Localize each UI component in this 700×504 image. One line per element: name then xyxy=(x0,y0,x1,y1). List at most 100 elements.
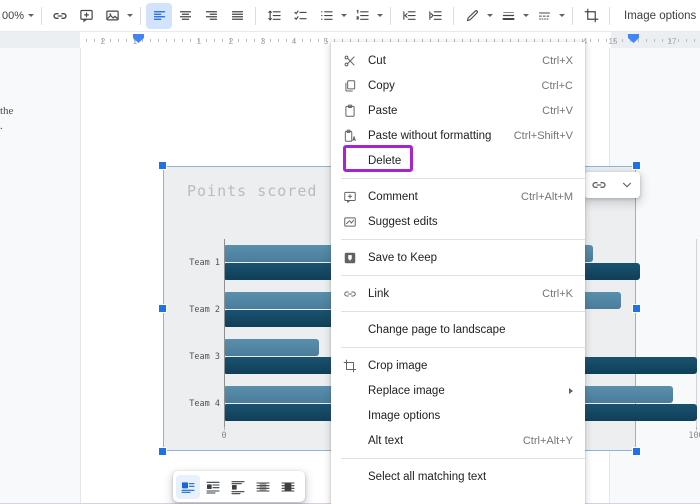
body-text-line-2: . xyxy=(0,120,3,132)
image-chevron-down-icon[interactable] xyxy=(127,14,134,17)
link-icon xyxy=(341,285,359,303)
link-icon[interactable] xyxy=(591,177,607,193)
numbered-list-chevron-down-icon[interactable] xyxy=(377,14,384,17)
toolbar-divider xyxy=(140,6,142,25)
menu-item-crop-image[interactable]: Crop image xyxy=(331,353,585,378)
menu-item-label: Image options xyxy=(368,409,441,422)
menu-item-label: Alt text xyxy=(368,434,404,447)
menu-item-label: Change page to landscape xyxy=(368,323,506,336)
menu-separator xyxy=(341,239,585,240)
menu-item-copy[interactable]: Copy Ctrl+C xyxy=(331,73,585,98)
border-dash-chevron-down-icon[interactable] xyxy=(559,14,566,17)
numbered-list-icon[interactable] xyxy=(349,3,375,29)
toolbar-divider xyxy=(572,6,574,25)
menu-item-link[interactable]: Link Ctrl+K xyxy=(331,281,585,306)
zoom-level-value[interactable]: 00% xyxy=(0,3,26,29)
ruler-tick xyxy=(662,39,663,42)
chart-x-tick-label: 0 xyxy=(221,431,227,441)
toolbar-divider xyxy=(453,6,455,25)
border-weight-chevron-down-icon[interactable] xyxy=(523,14,530,17)
add-comment-icon[interactable] xyxy=(73,3,99,29)
menu-item-change-page-to-landscape[interactable]: Change page to landscape xyxy=(331,317,585,342)
ruler-tick xyxy=(638,39,639,42)
decrease-indent-icon[interactable] xyxy=(396,3,422,29)
document-body-text[interactable]: the . xyxy=(0,104,46,134)
ruler-tick xyxy=(278,39,279,42)
border-dash-icon[interactable] xyxy=(531,3,557,29)
checklist-icon[interactable] xyxy=(287,3,313,29)
zoom-chevron-down-icon[interactable] xyxy=(28,14,35,17)
menu-item-image-options[interactable]: Image options xyxy=(331,403,585,428)
align-center-icon[interactable] xyxy=(172,3,198,29)
wrap-break-text-button[interactable] xyxy=(226,475,250,499)
menu-item-label: Paste without formatting xyxy=(368,129,492,142)
menu-item-comment[interactable]: Comment Ctrl+Alt+M xyxy=(331,184,585,209)
align-left-icon[interactable] xyxy=(146,2,173,29)
menu-item-cut[interactable]: Cut Ctrl+X xyxy=(331,48,585,73)
app-root: 00% Image options 2 1 1 2 3 4 5 4 15 17 … xyxy=(0,0,700,504)
border-color-pen-icon[interactable] xyxy=(459,3,485,29)
ruler-number: 1 xyxy=(196,37,202,46)
ruler-tick xyxy=(686,39,687,42)
menu-item-label: Crop image xyxy=(368,359,428,372)
chevron-down-icon[interactable] xyxy=(620,178,634,192)
align-justify-icon[interactable] xyxy=(224,3,250,29)
wrap-behind-text-button[interactable] xyxy=(251,475,275,499)
ruler-tick xyxy=(254,39,255,42)
ruler-number: 2 xyxy=(228,37,234,46)
resize-handle-top-right[interactable] xyxy=(632,161,641,170)
wrap-in-front-button[interactable] xyxy=(276,475,300,499)
menu-item-select-all-matching-text[interactable]: Select all matching text xyxy=(331,464,585,489)
menu-item-save-to-keep[interactable]: Save to Keep xyxy=(331,245,585,270)
increase-indent-icon[interactable] xyxy=(422,3,448,29)
ruler-tick xyxy=(158,39,159,42)
align-right-icon[interactable] xyxy=(198,3,224,29)
ruler-tick xyxy=(94,39,95,42)
menu-item-suggest-edits[interactable]: Suggest edits xyxy=(331,209,585,234)
menu-separator xyxy=(341,347,585,348)
wrap-text-button[interactable] xyxy=(201,475,225,499)
resize-handle-bottom-left[interactable] xyxy=(158,447,167,456)
wrap-inline-button[interactable] xyxy=(176,474,200,499)
menu-item-label: Select all matching text xyxy=(368,470,487,483)
menu-separator xyxy=(341,178,585,179)
line-spacing-icon[interactable] xyxy=(261,3,287,29)
ruler-tick xyxy=(598,39,599,42)
menu-item-shortcut: Ctrl+Shift+V xyxy=(513,129,573,142)
crop-image-icon[interactable] xyxy=(578,3,604,29)
menu-item-paste-without-formatting[interactable]: Paste without formatting Ctrl+Shift+V xyxy=(331,123,585,148)
resize-handle-bottom-right[interactable] xyxy=(632,447,641,456)
ruler-tick xyxy=(238,39,239,42)
menu-item-label: Cut xyxy=(368,54,386,67)
bulleted-list-chevron-down-icon[interactable] xyxy=(341,14,348,17)
bulleted-list-icon[interactable] xyxy=(313,3,339,29)
menu-item-alt-text[interactable]: Alt text Ctrl+Alt+Y xyxy=(331,428,585,453)
ruler-tick xyxy=(246,39,247,42)
image-wrap-toolbar[interactable] xyxy=(173,471,305,502)
resize-handle-middle-left[interactable] xyxy=(158,303,167,313)
suggest-edits-icon xyxy=(341,213,359,231)
submenu-arrow-icon xyxy=(569,387,573,394)
chart-category-label: Team 4 xyxy=(189,398,220,409)
chart-x-tick-label: 100 xyxy=(688,431,700,441)
resize-handle-top-left[interactable] xyxy=(158,161,167,170)
border-color-chevron-down-icon[interactable] xyxy=(487,14,494,17)
ruler-tick xyxy=(174,39,175,42)
insert-link-icon[interactable] xyxy=(47,3,73,29)
menu-item-delete[interactable]: Delete xyxy=(331,148,585,173)
menu-item-paste[interactable]: Paste Ctrl+V xyxy=(331,98,585,123)
ruler-tick xyxy=(270,39,271,42)
insert-image-icon[interactable] xyxy=(99,3,125,29)
context-menu[interactable]: Cut Ctrl+X Copy Ctrl+C Paste Ctrl+V Paste with… xyxy=(331,42,585,504)
image-options-button[interactable]: Image options xyxy=(615,3,700,29)
ruler-tick xyxy=(286,39,287,42)
document-toolbar: 00% Image options xyxy=(0,0,700,32)
menu-separator xyxy=(341,311,585,312)
link-preview-bubble[interactable] xyxy=(584,172,640,198)
border-weight-icon[interactable] xyxy=(495,3,521,29)
resize-handle-middle-right[interactable] xyxy=(632,303,641,313)
menu-item-replace-image[interactable]: Replace image xyxy=(331,378,585,403)
chart-gridline xyxy=(696,239,697,427)
ruler-number: 2 xyxy=(100,37,106,46)
clipboard-text-icon xyxy=(341,127,359,145)
